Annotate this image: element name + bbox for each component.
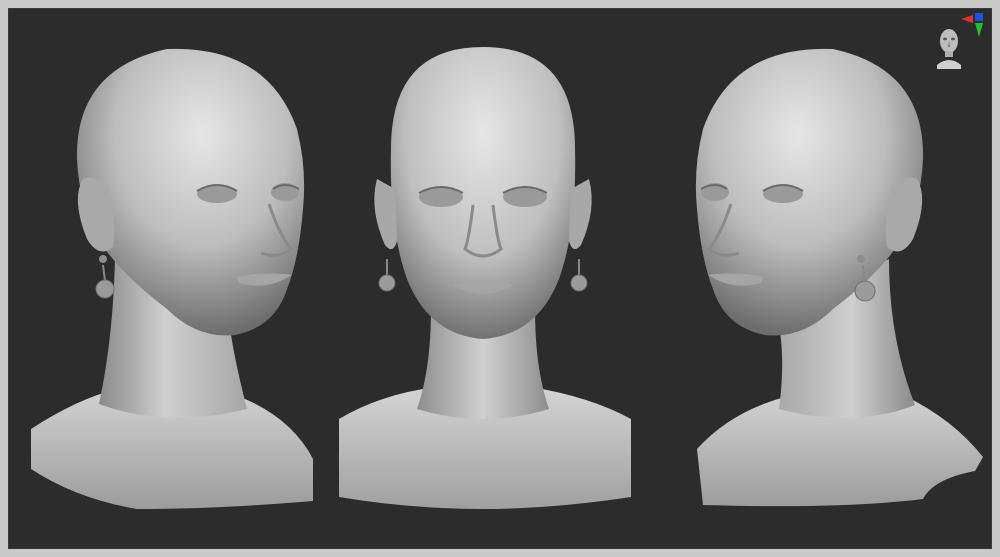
sculpt-head-icon (339, 47, 631, 509)
sculpt-viewport[interactable] (8, 8, 992, 549)
bust-three-quarter-right[interactable] (683, 9, 987, 548)
sculpt-head-icon (31, 48, 313, 509)
y-axis-icon (975, 23, 983, 37)
sculpt-head-icon (695, 48, 983, 507)
bust-three-quarter-left[interactable] (17, 9, 317, 548)
z-axis-icon (975, 13, 983, 21)
x-axis-icon (961, 15, 973, 23)
bust-front[interactable] (331, 9, 635, 548)
head-orientation-icon (937, 13, 983, 69)
navigator-widget[interactable] (931, 11, 987, 81)
